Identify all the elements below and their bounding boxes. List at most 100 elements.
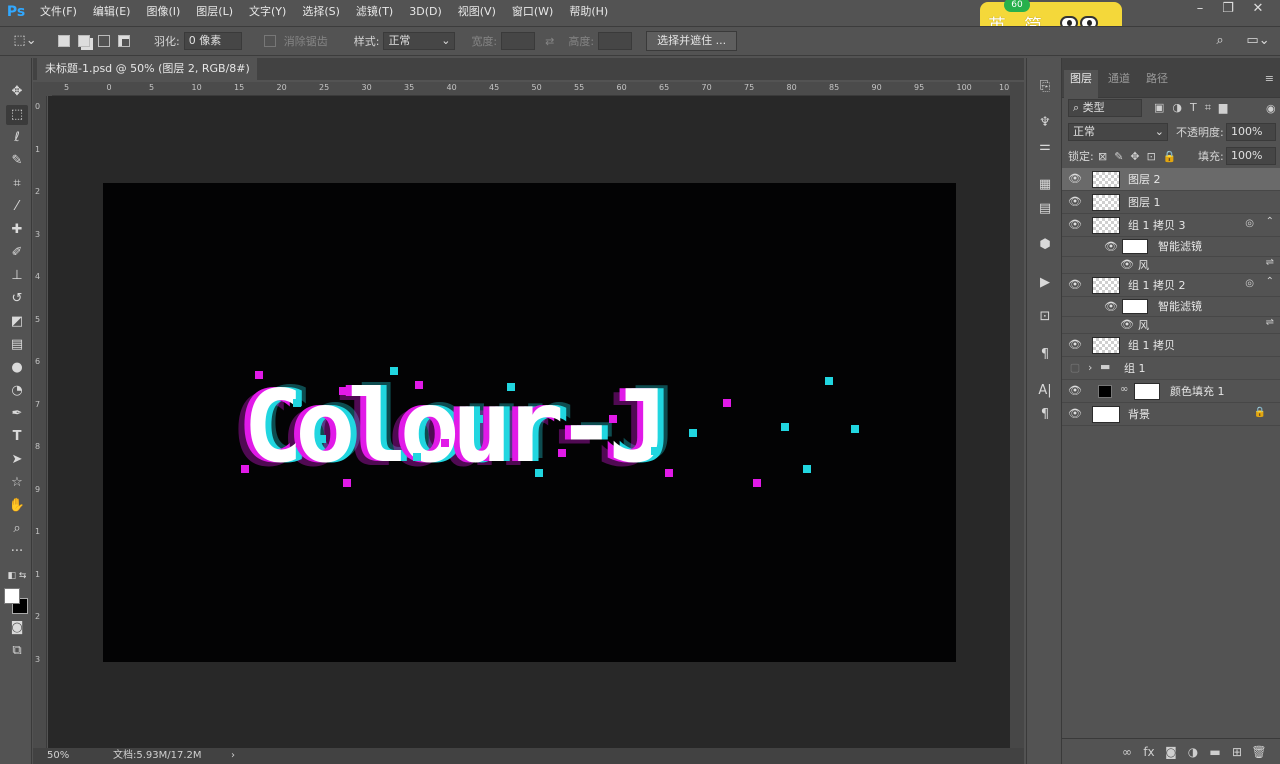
fill-color-thumbnail[interactable]: [1098, 385, 1112, 398]
blur-tool-icon[interactable]: ●: [6, 358, 28, 378]
gradient-tool-icon[interactable]: ▤: [6, 335, 28, 355]
filter-row[interactable]: 👁 风 ⇌: [1062, 257, 1280, 274]
dodge-tool-icon[interactable]: ◔: [6, 381, 28, 401]
layer-row[interactable]: 👁 图层 1: [1062, 191, 1280, 214]
lock-options-icons[interactable]: ⊠✎✥⊡🔒: [1098, 150, 1184, 163]
marquee-preset-icon[interactable]: ⬚⌄: [10, 31, 40, 51]
quick-select-tool-icon[interactable]: ✎: [6, 151, 28, 171]
properties-panel-icon[interactable]: ▤: [1035, 200, 1055, 218]
eye-icon[interactable]: 👁: [1068, 338, 1082, 352]
layer-row[interactable]: 👁 图层 2: [1062, 168, 1280, 191]
tab-paths[interactable]: 路径: [1140, 70, 1174, 98]
vertical-scrollbar[interactable]: [1010, 82, 1024, 748]
libraries-panel-icon[interactable]: ▦: [1035, 176, 1055, 194]
layer-mask-thumbnail[interactable]: [1134, 383, 1160, 400]
brushes-panel-icon[interactable]: ♆: [1035, 114, 1055, 132]
filter-row[interactable]: 👁 风 ⇌: [1062, 317, 1280, 334]
eye-icon[interactable]: 👁: [1068, 195, 1082, 209]
fill-input[interactable]: 100%: [1226, 147, 1276, 165]
new-layer-icon[interactable]: ⊞: [1226, 745, 1248, 759]
swap-colors-icon[interactable]: ◧ ⇆: [6, 566, 28, 586]
status-menu-icon[interactable]: ›: [231, 748, 235, 764]
eye-icon[interactable]: 👁: [1068, 407, 1082, 421]
eye-icon[interactable]: 👁: [1068, 278, 1082, 292]
layer-row[interactable]: 👁 组 1 拷贝 3 ◎ ⌃: [1062, 214, 1280, 237]
eye-icon[interactable]: 👁: [1120, 318, 1134, 332]
eyedropper-tool-icon[interactable]: ⁄: [6, 197, 28, 217]
menu-image[interactable]: 图像(I): [138, 0, 188, 24]
menu-select[interactable]: 选择(S): [294, 0, 348, 24]
filter-toggle-icon[interactable]: ◉: [1266, 102, 1276, 115]
new-selection-icon[interactable]: [58, 35, 70, 47]
filter-options-icon[interactable]: ⇌: [1266, 317, 1274, 328]
actions-panel-icon[interactable]: ▶: [1035, 274, 1055, 292]
collapse-caret-icon[interactable]: ⌃: [1266, 216, 1274, 227]
layer-row[interactable]: 👁 组 1 拷贝: [1062, 334, 1280, 357]
antialias-checkbox[interactable]: [263, 35, 276, 47]
filter-kind-select[interactable]: ⌕ 类型: [1068, 99, 1142, 117]
minimize-icon[interactable]: –: [1186, 0, 1214, 20]
eye-icon[interactable]: 👁: [1068, 218, 1082, 232]
collapse-caret-icon[interactable]: ⌃: [1266, 276, 1274, 287]
paragraph-panel-icon[interactable]: ¶: [1035, 406, 1055, 424]
eye-icon[interactable]: 👁: [1068, 172, 1082, 186]
history-brush-tool-icon[interactable]: ↺: [6, 289, 28, 309]
visibility-off-box[interactable]: ▢: [1068, 361, 1082, 375]
move-tool-icon[interactable]: ✥: [6, 82, 28, 102]
menu-filter[interactable]: 滤镜(T): [348, 0, 401, 24]
brush-tool-icon[interactable]: ✐: [6, 243, 28, 263]
smart-filter-row[interactable]: 👁 智能滤镜: [1062, 297, 1280, 317]
width-input[interactable]: [501, 32, 536, 50]
lasso-tool-icon[interactable]: ℓ: [6, 128, 28, 148]
swatches-panel-icon[interactable]: ¶: [1035, 346, 1055, 364]
tab-layers[interactable]: 图层: [1064, 70, 1098, 98]
layer-row[interactable]: 👁 组 1 拷贝 2 ◎ ⌃: [1062, 274, 1280, 297]
eraser-tool-icon[interactable]: ◩: [6, 312, 28, 332]
menu-edit[interactable]: 编辑(E): [85, 0, 139, 24]
ruler-origin[interactable]: [33, 82, 52, 96]
document-canvas[interactable]: Colour-J: [103, 183, 956, 662]
path-select-tool-icon[interactable]: ➤: [6, 450, 28, 470]
history-panel-icon[interactable]: ⎘: [1035, 78, 1055, 96]
restore-icon[interactable]: ❐: [1214, 0, 1242, 20]
style-select[interactable]: 正常 ⌄: [383, 32, 456, 50]
menu-layer[interactable]: 图层(L): [188, 0, 241, 24]
select-and-mask-button[interactable]: 选择并遮住 ...: [646, 31, 738, 51]
info-panel-icon[interactable]: ⊡: [1035, 308, 1055, 326]
intersect-selection-icon[interactable]: [118, 35, 130, 47]
workspace-icon[interactable]: ▭⌄: [1240, 32, 1276, 52]
feather-input[interactable]: 0 像素: [183, 32, 242, 50]
filter-options-icon[interactable]: ⇌: [1266, 257, 1274, 268]
shape-tool-icon[interactable]: ☆: [6, 473, 28, 493]
layer-row[interactable]: 👁 ∞ 颜色填充 1: [1062, 380, 1280, 403]
panel-menu-icon[interactable]: ≡: [1259, 70, 1280, 98]
new-group-icon[interactable]: ▬: [1204, 745, 1226, 759]
opacity-input[interactable]: 100%: [1226, 123, 1276, 141]
link-layers-icon[interactable]: ∞: [1116, 745, 1138, 759]
height-input[interactable]: [598, 32, 633, 50]
zoom-tool-icon[interactable]: ⌕: [6, 519, 28, 539]
menu-3d[interactable]: 3D(D): [401, 0, 450, 24]
pen-tool-icon[interactable]: ✒: [6, 404, 28, 424]
chevron-right-icon[interactable]: ›: [1088, 361, 1092, 374]
marquee-tool-icon[interactable]: ⬚: [6, 105, 28, 125]
character-panel-icon[interactable]: A|: [1035, 382, 1055, 400]
subtract-selection-icon[interactable]: [98, 35, 110, 47]
menu-help[interactable]: 帮助(H): [561, 0, 616, 24]
group-row[interactable]: ▢ › ▬ 组 1: [1062, 357, 1280, 380]
eye-icon[interactable]: 👁: [1104, 300, 1118, 314]
3d-panel-icon[interactable]: ⬢: [1035, 236, 1055, 254]
foreground-color-swatch[interactable]: [4, 588, 20, 604]
screen-mode-icon[interactable]: ⧉: [6, 641, 28, 661]
horizontal-ruler[interactable]: 5 0 5 10 15 20 25 30 35 40 45 50 55 60 65 70 75 80 85 90 95 1…: [52, 82, 1010, 96]
vertical-ruler[interactable]: 0 1 2 3 4 5 6 7 8 9 1 1 2 3: [33, 96, 47, 748]
tab-channels[interactable]: 通道: [1102, 70, 1136, 98]
quick-mask-icon[interactable]: ◙: [6, 618, 28, 638]
menu-file[interactable]: 文件(F): [32, 0, 85, 24]
layer-row[interactable]: 👁 背景 🔒: [1062, 403, 1280, 426]
healing-brush-tool-icon[interactable]: ✚: [6, 220, 28, 240]
clone-stamp-tool-icon[interactable]: ⊥: [6, 266, 28, 286]
swap-icon[interactable]: ⇄: [545, 35, 554, 48]
menu-type[interactable]: 文字(Y): [241, 0, 294, 24]
smart-filter-row[interactable]: 👁 智能滤镜: [1062, 237, 1280, 257]
